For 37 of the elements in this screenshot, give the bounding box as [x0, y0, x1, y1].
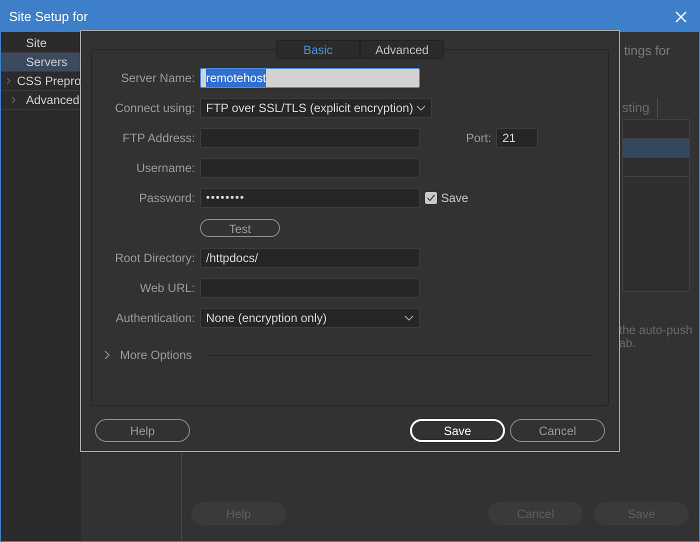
field-label: Web URL:	[138, 280, 196, 297]
dialog-button[interactable]: Help	[95, 419, 190, 442]
field-label: Root Directory:	[114, 250, 196, 267]
dropdown[interactable]: FTP over SSL/TLS (explicit encryption)	[200, 98, 432, 118]
tab[interactable]: Basic	[276, 40, 360, 59]
input-field[interactable]: /httpdocs/	[200, 248, 420, 268]
tab[interactable]: Advanced	[360, 40, 444, 59]
tab-fragment: sting	[622, 99, 650, 118]
field-label: Server Name:	[120, 70, 196, 87]
field-label: Authentication:	[114, 310, 196, 327]
sidebar-item[interactable]: Servers	[1, 53, 81, 72]
dropdown[interactable]: None (encryption only)	[200, 308, 420, 328]
input-field[interactable]: ••••••••	[200, 188, 420, 208]
close-icon[interactable]	[675, 10, 687, 22]
list-row[interactable]	[623, 139, 689, 158]
heading-fragment: tings for	[624, 42, 670, 59]
field-label: Password:	[138, 190, 196, 207]
more-options-toggle[interactable]: More Options	[120, 346, 192, 364]
chevron-icon[interactable]	[6, 77, 12, 85]
dialog-button[interactable]: Cancel	[510, 419, 605, 442]
input-field[interactable]: remotehost	[200, 68, 420, 88]
field-label: Connect using:	[114, 100, 196, 117]
note-fragment: ab.	[619, 337, 637, 350]
save-checkbox[interactable]	[425, 192, 437, 204]
test-button[interactable]: Test	[200, 219, 280, 237]
window-title: Site Setup for	[9, 8, 88, 26]
chevron-icon[interactable]	[104, 350, 110, 360]
port-field[interactable]: 21	[496, 128, 538, 148]
field-label: Username:	[135, 160, 196, 177]
field-label: Port:	[466, 130, 492, 147]
dialog-button[interactable]: Save	[410, 419, 505, 442]
field-label: FTP Address:	[122, 130, 196, 147]
caret-icon	[416, 105, 426, 111]
chevron-icon[interactable]	[10, 96, 16, 104]
caret-icon	[404, 315, 414, 321]
note-fragment: the auto-push	[619, 324, 692, 337]
checkbox-label: Save	[441, 190, 468, 207]
